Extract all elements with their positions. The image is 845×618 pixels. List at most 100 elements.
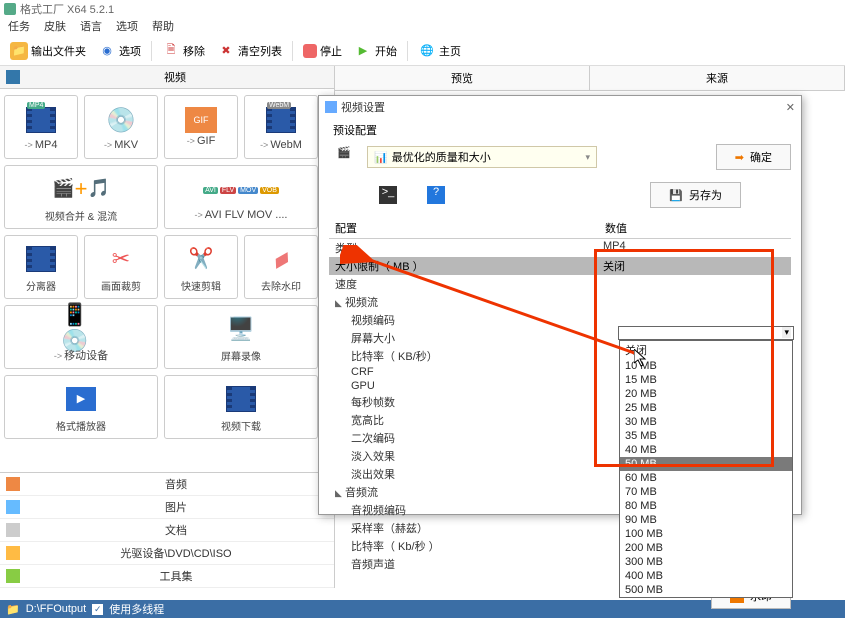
row-speed[interactable]: 速度 <box>329 275 791 293</box>
video-icon <box>6 70 20 84</box>
tools-icon <box>6 569 20 583</box>
folder-icon: 📁 <box>10 42 28 60</box>
col-value: 数值 <box>599 218 791 238</box>
dropdown-item[interactable]: 关闭 <box>620 341 792 359</box>
video-header-label: 视频 <box>22 69 328 85</box>
cat-document[interactable]: 文档 <box>0 519 334 542</box>
remove-icon: 🗎 <box>162 42 180 60</box>
dropdown-item[interactable]: 60 MB <box>620 471 792 485</box>
cmd-icon[interactable]: >_ <box>379 186 397 204</box>
dropdown-item[interactable]: 40 MB <box>620 443 792 457</box>
video-category-header[interactable]: 视频 <box>0 66 334 89</box>
cat-tools[interactable]: 工具集 <box>0 565 334 588</box>
right-tabs: 预览 来源 <box>335 66 845 91</box>
options-label: 选项 <box>119 43 141 59</box>
options-button[interactable]: ◉ 选项 <box>94 40 145 62</box>
cat-audio[interactable]: 音频 <box>0 473 334 496</box>
card-merge[interactable]: 🎬+🎵视频合并 & 混流 <box>4 165 158 229</box>
menu-help[interactable]: 帮助 <box>148 18 178 36</box>
card-mkv[interactable]: 💿->MKV <box>84 95 158 159</box>
output-folder-label: 输出文件夹 <box>31 43 86 59</box>
globe-icon: 🌐 <box>418 42 436 60</box>
home-button[interactable]: 🌐 主页 <box>414 40 465 62</box>
dialog-icon <box>325 101 337 113</box>
save-as-label: 另存为 <box>689 187 722 203</box>
size-limit-dropdown: 关闭10 MB15 MB20 MB25 MB30 MB35 MB40 MB50 … <box>619 340 793 598</box>
output-path[interactable]: D:\FFOutput <box>26 603 87 615</box>
dropdown-item[interactable]: 25 MB <box>620 401 792 415</box>
dropdown-item[interactable]: 10 MB <box>620 359 792 373</box>
card-fastclip[interactable]: ✂️快速剪辑 <box>164 235 238 299</box>
dropdown-item[interactable]: 35 MB <box>620 429 792 443</box>
stop-button[interactable]: 停止 <box>299 41 346 61</box>
document-icon <box>6 523 20 537</box>
dropdown-item[interactable]: 300 MB <box>620 555 792 569</box>
card-splitter[interactable]: 分离器 <box>4 235 78 299</box>
card-gif[interactable]: GIF->GIF <box>164 95 238 159</box>
clear-button[interactable]: ✖ 清空列表 <box>213 40 286 62</box>
card-screen-record[interactable]: 🖥️屏幕录像 <box>164 305 318 369</box>
card-mobile[interactable]: 📱💿->移动设备 <box>4 305 158 369</box>
app-title: 格式工厂 X64 5.2.1 <box>20 1 114 17</box>
preset-icon: 🎬 <box>337 146 359 168</box>
card-webm[interactable]: WebM->WebM <box>244 95 318 159</box>
dropdown-item[interactable]: 80 MB <box>620 499 792 513</box>
multithread-checkbox[interactable]: ✓ <box>92 604 103 615</box>
col-setting: 配置 <box>329 218 599 238</box>
menu-task[interactable]: 任务 <box>4 18 34 36</box>
row-video-stream[interactable]: ◣视频流 <box>329 293 791 311</box>
ok-button[interactable]: ➡ 确定 <box>716 144 791 170</box>
folder-small-icon: 📁 <box>6 603 20 616</box>
output-folder-button[interactable]: 📁 输出文件夹 <box>6 40 90 62</box>
tab-preview[interactable]: 预览 <box>335 66 590 90</box>
card-mp4[interactable]: MP4->MP4 <box>4 95 78 159</box>
card-avi-flv-etc[interactable]: AVIFLVMOVVOB->AVI FLV MOV .... <box>164 165 318 229</box>
card-player[interactable]: ▶格式播放器 <box>4 375 158 439</box>
menu-skin[interactable]: 皮肤 <box>40 18 70 36</box>
close-icon[interactable]: ✕ <box>786 101 795 114</box>
preset-icon-inner: 📊 <box>374 151 388 164</box>
remove-button[interactable]: 🗎 移除 <box>158 40 209 62</box>
help-icon[interactable]: ? <box>427 186 445 204</box>
multithread-label: 使用多线程 <box>109 601 164 617</box>
clear-icon: ✖ <box>217 42 235 60</box>
stop-label: 停止 <box>320 43 342 59</box>
toolbar: 📁 输出文件夹 ◉ 选项 🗎 移除 ✖ 清空列表 停止 ▶ 开始 🌐 主页 <box>0 36 845 66</box>
ok-label: 确定 <box>750 149 772 165</box>
start-label: 开始 <box>375 43 397 59</box>
cat-disc[interactable]: 光驱设备\DVD\CD\ISO <box>0 542 334 565</box>
dropdown-item[interactable]: 30 MB <box>620 415 792 429</box>
dropdown-item[interactable]: 500 MB <box>620 583 792 597</box>
clear-label: 清空列表 <box>238 43 282 59</box>
start-button[interactable]: ▶ 开始 <box>350 40 401 62</box>
row-type[interactable]: 类型MP4 <box>329 239 791 257</box>
card-remove-watermark[interactable]: ▰去除水印 <box>244 235 318 299</box>
settings-header: 配置 数值 <box>329 218 791 239</box>
dropdown-item[interactable]: 70 MB <box>620 485 792 499</box>
cat-picture[interactable]: 图片 <box>0 496 334 519</box>
size-limit-combo[interactable] <box>618 326 794 340</box>
preset-select[interactable]: 📊 最优化的质量和大小 <box>367 146 597 168</box>
menu-options[interactable]: 选项 <box>112 18 142 36</box>
dropdown-item[interactable]: 200 MB <box>620 541 792 555</box>
tab-source[interactable]: 来源 <box>590 66 845 90</box>
dropdown-item[interactable]: 20 MB <box>620 387 792 401</box>
dropdown-item[interactable]: 400 MB <box>620 569 792 583</box>
menu-language[interactable]: 语言 <box>76 18 106 36</box>
left-panel: 视频 MP4->MP4 💿->MKV GIF->GIF WebM->WebM 🎬… <box>0 66 335 588</box>
preset-label: 预设配置 <box>329 120 791 140</box>
dropdown-item[interactable]: 90 MB <box>620 513 792 527</box>
dialog-titlebar: 视频设置 ✕ <box>319 96 801 118</box>
stop-icon <box>303 44 317 58</box>
save-as-button[interactable]: 💾 另存为 <box>650 182 741 208</box>
dropdown-item[interactable]: 15 MB <box>620 373 792 387</box>
dropdown-item[interactable]: 50 MB <box>620 457 792 471</box>
titlebar: 格式工厂 X64 5.2.1 <box>0 0 845 18</box>
bottom-categories: 音频 图片 文档 光驱设备\DVD\CD\ISO 工具集 <box>0 472 334 588</box>
card-download[interactable]: 视频下载 <box>164 375 318 439</box>
card-crop[interactable]: ✂画面裁剪 <box>84 235 158 299</box>
audio-icon <box>6 477 20 491</box>
dropdown-item[interactable]: 100 MB <box>620 527 792 541</box>
row-size-limit[interactable]: 大小限制（ MB ）关闭 <box>329 257 791 275</box>
video-settings-dialog: 视频设置 ✕ 预设配置 🎬 📊 最优化的质量和大小 ➡ 确定 >_ ? 💾 另存… <box>318 95 802 515</box>
